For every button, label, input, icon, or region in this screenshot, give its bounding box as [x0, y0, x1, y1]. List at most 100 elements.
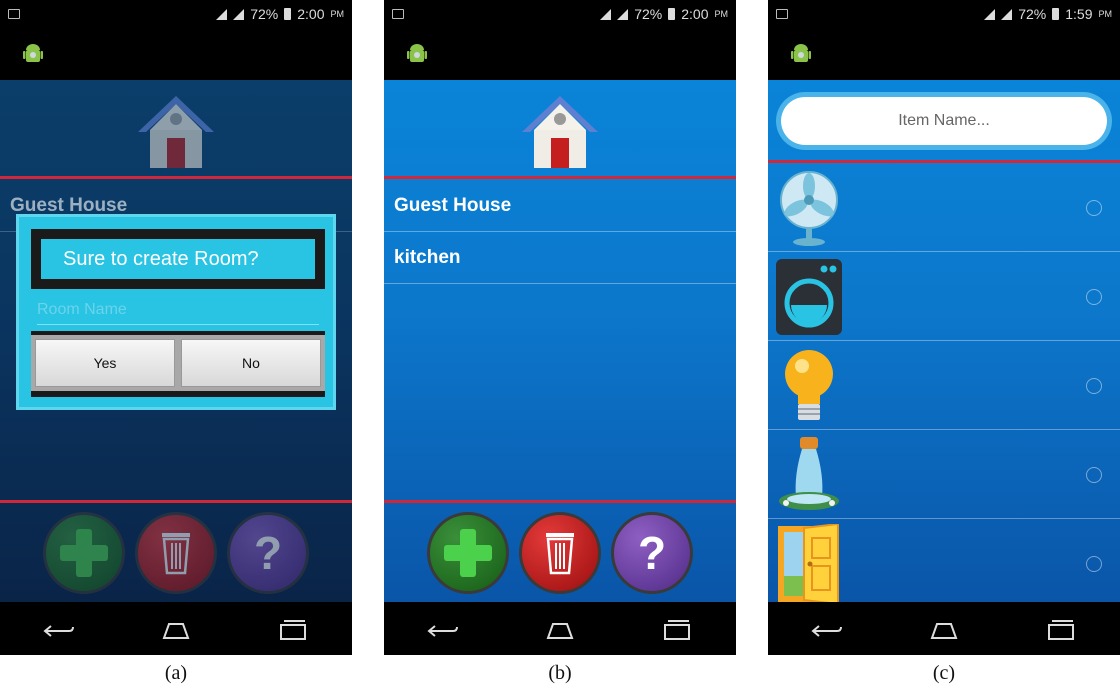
- signal-icon: [233, 8, 245, 20]
- room-item-guest-house[interactable]: Guest House: [384, 180, 736, 232]
- divider-line: [768, 160, 1120, 163]
- question-icon: ?: [638, 527, 666, 579]
- battery-icon: [284, 8, 292, 20]
- plus-icon: [60, 529, 108, 577]
- help-button[interactable]: ?: [227, 512, 309, 594]
- list-item[interactable]: [768, 520, 1120, 602]
- add-room-button[interactable]: [43, 512, 125, 594]
- delete-room-button[interactable]: [135, 512, 217, 594]
- notification-icon: [392, 9, 404, 19]
- svg-text:?: ?: [254, 527, 282, 579]
- house-icon: [522, 96, 598, 168]
- trash-icon: [162, 533, 190, 575]
- caption-c: (c): [932, 662, 956, 684]
- divider-line: [0, 176, 352, 179]
- clock: 2:00: [681, 6, 709, 22]
- signal-icon: [1001, 8, 1013, 20]
- item-radio[interactable]: [1086, 556, 1102, 572]
- room-item-kitchen[interactable]: kitchen: [384, 232, 736, 284]
- signal-icon: [617, 8, 629, 20]
- add-room-button[interactable]: [427, 512, 509, 594]
- home-icon[interactable]: [926, 616, 962, 642]
- help-button[interactable]: ?: [611, 512, 693, 594]
- create-room-dialog: Sure to create Room? Yes No: [16, 214, 336, 410]
- home-icon[interactable]: [158, 616, 194, 642]
- dialog-title: Sure to create Room?: [41, 239, 315, 279]
- battery-percent: 72%: [250, 6, 279, 22]
- notification-icon: [8, 9, 20, 19]
- app-bar: [768, 28, 1120, 80]
- light-bulb-icon: [785, 350, 833, 420]
- room-name-field-wrap: [31, 289, 325, 331]
- action-buttons: ?: [0, 512, 352, 594]
- clock: 2:00: [297, 6, 325, 22]
- room-name-input[interactable]: [37, 295, 319, 325]
- list-item[interactable]: [768, 253, 1120, 341]
- caption-a: (a): [164, 662, 188, 684]
- app-bar: [384, 28, 736, 80]
- notification-icon: [776, 9, 788, 19]
- content-area: [768, 80, 1120, 602]
- plus-icon: [444, 529, 492, 577]
- house-icon: [138, 96, 214, 168]
- item-search-wrap: [776, 92, 1112, 150]
- android-icon: [791, 44, 811, 62]
- signal-icon: [216, 8, 228, 20]
- trash-icon: [546, 533, 574, 575]
- svg-text:?: ?: [638, 527, 666, 579]
- action-buttons: ?: [384, 512, 736, 594]
- divider-line: [0, 500, 352, 503]
- no-button[interactable]: No: [181, 339, 321, 387]
- status-bar: 72% 2:00 PM: [384, 0, 736, 28]
- android-icon: [407, 44, 427, 62]
- dialog-buttons: Yes No: [31, 335, 325, 391]
- divider-line: [384, 500, 736, 503]
- battery-icon: [668, 8, 676, 20]
- phone-screen-a: 72% 2:00 PM Guest House ? Sure to create…: [0, 0, 352, 655]
- clock: 1:59: [1065, 6, 1093, 22]
- nav-bar: [384, 602, 736, 655]
- back-icon[interactable]: [41, 616, 77, 642]
- yes-button[interactable]: Yes: [35, 339, 175, 387]
- recents-icon[interactable]: [275, 616, 311, 642]
- dialog-body: Sure to create Room? Yes No: [31, 229, 325, 397]
- question-icon: ?: [254, 527, 282, 579]
- home-icon[interactable]: [542, 616, 578, 642]
- item-name-input[interactable]: [781, 97, 1107, 145]
- app-bar: [0, 28, 352, 80]
- recents-icon[interactable]: [1043, 616, 1079, 642]
- am-pm: PM: [330, 9, 345, 19]
- nav-bar: [768, 602, 1120, 655]
- door-icon: [778, 524, 839, 602]
- panel-c: 72% 1:59 PM Item Name... (c): [768, 0, 1120, 694]
- am-pm: PM: [714, 9, 729, 19]
- fountain-icon: [779, 437, 839, 510]
- phone-screen-c: 72% 1:59 PM: [768, 0, 1120, 655]
- back-icon[interactable]: [809, 616, 845, 642]
- status-bar: 72% 1:59 PM: [768, 0, 1120, 28]
- item-radio[interactable]: [1086, 467, 1102, 483]
- signal-icon: [984, 8, 996, 20]
- back-icon[interactable]: [425, 616, 461, 642]
- item-radio[interactable]: [1086, 200, 1102, 216]
- list-item[interactable]: [768, 431, 1120, 519]
- panel-a: 72% 2:00 PM Guest House ? Sure to create…: [0, 0, 352, 694]
- item-radio[interactable]: [1086, 289, 1102, 305]
- android-icon: [23, 44, 43, 62]
- nav-bar: [0, 602, 352, 655]
- battery-icon: [1052, 8, 1060, 20]
- washing-machine-icon: [776, 259, 842, 335]
- status-bar: 72% 2:00 PM: [0, 0, 352, 28]
- panel-b: 72% 2:00 PM Guest House kitchen ? (b): [384, 0, 736, 694]
- caption-b: (b): [548, 662, 572, 684]
- list-item[interactable]: [768, 164, 1120, 252]
- list-item[interactable]: [768, 342, 1120, 430]
- divider-line: [384, 176, 736, 179]
- item-radio[interactable]: [1086, 378, 1102, 394]
- delete-room-button[interactable]: [519, 512, 601, 594]
- recents-icon[interactable]: [659, 616, 695, 642]
- content-area: Guest House kitchen ?: [384, 80, 736, 602]
- battery-percent: 72%: [634, 6, 663, 22]
- signal-icon: [600, 8, 612, 20]
- am-pm: PM: [1098, 9, 1113, 19]
